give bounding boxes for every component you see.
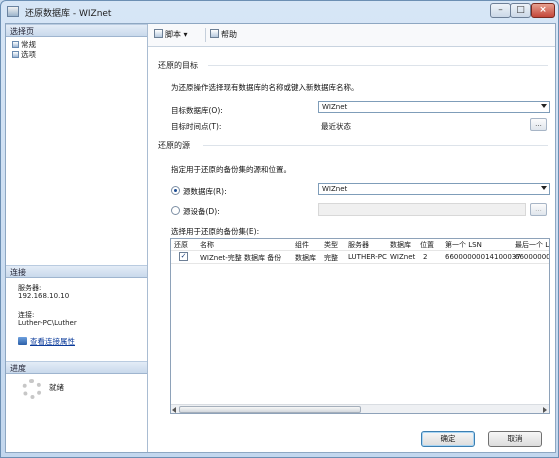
column-header[interactable]: 还原	[174, 240, 188, 250]
backup-sets-grid[interactable]: 还原 名称 组件 类型 服务器 数据库 位置 第一个 LSN 最后一个 L ✓ …	[170, 238, 550, 414]
restore-checkbox[interactable]: ✓	[179, 252, 188, 261]
cell-database: WIZnet	[390, 253, 416, 261]
cell-first-lsn: 66000000014100037	[445, 253, 521, 261]
from-database-radio[interactable]	[171, 186, 180, 195]
target-time-label: 目标时间点(T):	[171, 122, 222, 131]
divider	[203, 145, 548, 146]
minimize-button[interactable]: –	[490, 3, 511, 18]
cell-server: LUTHER-PC	[348, 253, 387, 261]
connection-header: 连接	[6, 265, 147, 278]
target-db-label: 目标数据库(O):	[171, 106, 223, 115]
cell-name: WIZnet-完整 数据库 备份	[200, 254, 282, 262]
target-db-combo[interactable]: WIZnet	[318, 101, 550, 113]
divider	[208, 65, 548, 66]
scroll-right-icon[interactable]	[543, 407, 547, 413]
chevron-down-icon	[541, 104, 547, 108]
source-group-label: 还原的源	[158, 141, 190, 150]
scroll-thumb[interactable]	[179, 406, 361, 413]
select-page-header: 选择页	[6, 24, 147, 37]
toolbar-separator	[205, 28, 206, 42]
help-icon	[210, 29, 219, 38]
column-header[interactable]: 组件	[295, 240, 309, 250]
chevron-down-icon	[541, 186, 547, 190]
view-connection-label: 查看连接属性	[30, 337, 75, 346]
script-button[interactable]: 脚本 ▾	[154, 29, 188, 40]
target-time-browse-button[interactable]: ...	[530, 118, 547, 131]
dialog-buttons: 确定 取消	[148, 426, 555, 452]
page-label: 选项	[21, 50, 36, 59]
script-icon	[154, 29, 163, 38]
toolbar: 脚本 ▾ 帮助	[148, 24, 555, 47]
page-item-general[interactable]: 常规	[12, 39, 36, 49]
target-group-label: 还原的目标	[158, 61, 198, 70]
column-header[interactable]: 类型	[324, 240, 338, 250]
target-instruction: 为还原操作选择现有数据库的名称或键入新数据库名称。	[171, 83, 359, 92]
cell-component: 数据库	[295, 254, 316, 262]
horizontal-scrollbar[interactable]	[171, 404, 549, 413]
cell-last-lsn: 660000000	[515, 253, 549, 261]
grid-header: 还原 名称 组件 类型 服务器 数据库 位置 第一个 LSN 最后一个 L	[171, 239, 549, 250]
from-device-radio[interactable]	[171, 206, 180, 215]
maximize-button[interactable]: □	[510, 3, 531, 18]
from-database-combo[interactable]: WIZnet	[318, 183, 550, 195]
table-row[interactable]: ✓ WIZnet-完整 数据库 备份 数据库 完整 LUTHER-PC WIZn…	[171, 250, 549, 264]
help-button[interactable]: 帮助	[210, 29, 237, 40]
page-item-options[interactable]: 选项	[12, 49, 36, 59]
view-connection-properties-link[interactable]: 查看连接属性	[18, 336, 75, 347]
source-instruction: 指定用于还原的备份集的源和位置。	[171, 165, 291, 174]
from-device-browse-button[interactable]: ...	[530, 203, 547, 216]
column-header[interactable]: 数据库	[390, 240, 411, 250]
target-time-value: 最近状态	[321, 122, 351, 131]
dialog-client: 选择页 常规 选项 连接 服务器: 192.168.10.10 连接: Luth…	[5, 23, 556, 453]
restore-database-window: 还原数据库 - WIZnet – □ × 选择页 常规 选项 连接 服务器: 1…	[0, 0, 559, 458]
from-database-label: 源数据库(R):	[183, 187, 227, 196]
properties-icon	[18, 337, 27, 345]
target-db-value: WIZnet	[322, 103, 348, 111]
ok-button[interactable]: 确定	[421, 431, 475, 447]
script-label: 脚本	[165, 30, 181, 39]
from-device-path-field[interactable]	[318, 203, 526, 216]
title-bar: 还原数据库 - WIZnet – □ ×	[1, 1, 558, 23]
progress-header: 进度	[6, 361, 147, 374]
help-label: 帮助	[221, 30, 237, 39]
close-button[interactable]: ×	[531, 3, 555, 18]
cell-position: 2	[423, 253, 428, 261]
database-icon	[7, 6, 19, 17]
connection-value: Luther-PC\Luther	[18, 319, 77, 327]
column-header[interactable]: 最后一个 L	[515, 240, 549, 250]
page-label: 常规	[21, 40, 36, 49]
server-value: 192.168.10.10	[18, 292, 70, 300]
cell-type: 完整	[324, 254, 338, 262]
cancel-button[interactable]: 取消	[488, 431, 542, 447]
backup-sets-label: 选择用于还原的备份集(E):	[171, 227, 260, 236]
page-icon	[12, 41, 19, 48]
progress-status: 就绪	[49, 383, 64, 392]
column-header[interactable]: 服务器	[348, 240, 369, 250]
from-device-label: 源设备(D):	[183, 207, 220, 216]
from-database-value: WIZnet	[322, 185, 348, 193]
scroll-left-icon[interactable]	[172, 407, 176, 413]
column-header[interactable]: 位置	[420, 240, 434, 250]
window-title: 还原数据库 - WIZnet	[25, 9, 112, 19]
progress-spinner-icon	[22, 379, 42, 399]
right-pane: 脚本 ▾ 帮助 还原的目标 为还原操作选择现有数据库的名称或键入新数据库名称。 …	[148, 24, 555, 452]
column-header[interactable]: 第一个 LSN	[445, 240, 482, 250]
page-icon	[12, 51, 19, 58]
left-pane: 选择页 常规 选项 连接 服务器: 192.168.10.10 连接: Luth…	[6, 24, 148, 452]
column-header[interactable]: 名称	[200, 240, 214, 250]
